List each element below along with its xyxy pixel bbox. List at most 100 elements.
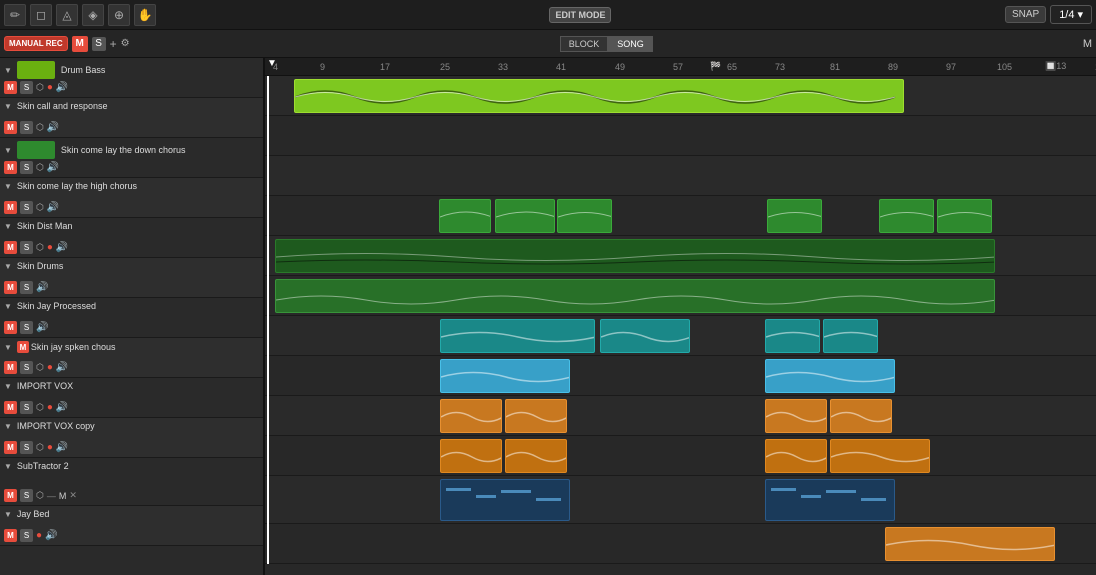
solo-button[interactable]: S xyxy=(20,281,33,294)
audio-clip[interactable] xyxy=(765,359,895,393)
mute-button[interactable]: M xyxy=(4,81,17,94)
volume-icon[interactable]: 🔊 xyxy=(45,530,57,541)
solo-button[interactable]: S xyxy=(20,321,33,334)
volume-icon[interactable]: 🔊 xyxy=(56,402,68,413)
solo-button[interactable]: S xyxy=(20,361,33,374)
settings-icon[interactable]: ⚙ xyxy=(121,38,130,49)
track-arrow[interactable]: ▼ xyxy=(4,382,12,391)
volume-icon[interactable]: 🔊 xyxy=(56,362,68,373)
track-arrow[interactable]: ▼ xyxy=(4,462,12,471)
volume-icon[interactable]: 🔊 xyxy=(56,82,68,93)
clip-row-3 xyxy=(265,156,1096,196)
audio-clip[interactable] xyxy=(937,199,992,233)
audio-clip[interactable] xyxy=(495,199,555,233)
audio-clip[interactable] xyxy=(767,199,822,233)
volume-icon[interactable]: 🔊 xyxy=(47,202,59,213)
solo-button[interactable]: S xyxy=(20,121,33,134)
mute-button[interactable]: M xyxy=(4,201,17,214)
audio-clip[interactable] xyxy=(440,319,595,353)
volume-icon[interactable]: 🔊 xyxy=(36,322,48,333)
rec-button[interactable]: ● xyxy=(47,442,53,453)
track-arrow[interactable]: ▼ xyxy=(4,302,12,311)
mute-button[interactable]: M xyxy=(4,161,17,174)
solo-button[interactable]: S xyxy=(20,529,33,542)
snap-button[interactable]: SNAP xyxy=(1005,6,1046,23)
close-icon[interactable]: ✕ xyxy=(69,490,77,501)
audio-clip[interactable] xyxy=(440,359,570,393)
mute-button[interactable]: M xyxy=(4,529,17,542)
midi-clip[interactable] xyxy=(440,479,570,521)
audio-clip[interactable] xyxy=(440,439,502,473)
solo-button[interactable]: S xyxy=(20,201,33,214)
mute-button[interactable]: M xyxy=(4,281,17,294)
solo-button[interactable]: S xyxy=(20,441,33,454)
tool-pointer[interactable]: ✏ xyxy=(4,4,26,26)
track-arrow[interactable]: ▼ xyxy=(4,343,12,352)
audio-clip[interactable] xyxy=(440,399,502,433)
audio-clip[interactable] xyxy=(765,399,827,433)
mute-button[interactable]: M xyxy=(4,241,17,254)
audio-clip[interactable] xyxy=(505,439,567,473)
volume-icon[interactable]: 🔊 xyxy=(47,162,59,173)
track-arrow[interactable]: ▼ xyxy=(4,510,12,519)
m-badge[interactable]: M xyxy=(72,36,88,52)
mute-button[interactable]: M xyxy=(4,441,17,454)
audio-clip[interactable] xyxy=(830,439,930,473)
toolbar: ✏ ◻ ◬ ◈ ⊕ ✋ EDIT MODE SNAP 1/4 ▾ xyxy=(0,0,1096,30)
audio-clip[interactable] xyxy=(275,279,995,313)
audio-clip[interactable] xyxy=(275,239,995,273)
audio-clip[interactable] xyxy=(600,319,690,353)
track-arrow[interactable]: ▼ xyxy=(4,422,12,431)
track-arrow[interactable]: ▼ xyxy=(4,262,12,271)
minus-icon[interactable]: — xyxy=(47,491,56,501)
mute-button[interactable]: M xyxy=(4,361,17,374)
midi-clip[interactable] xyxy=(765,479,895,521)
audio-clip[interactable] xyxy=(765,319,820,353)
rec-button[interactable]: ● xyxy=(47,82,53,93)
audio-clip[interactable] xyxy=(439,199,491,233)
rec-button[interactable]: ● xyxy=(47,242,53,253)
mute-button[interactable]: M xyxy=(4,401,17,414)
tool-select[interactable]: ◻ xyxy=(30,4,52,26)
track-arrow[interactable]: ▼ xyxy=(4,146,12,155)
block-tab[interactable]: BLOCK xyxy=(560,36,609,52)
solo-button[interactable]: S xyxy=(20,241,33,254)
mute-button[interactable]: M xyxy=(4,321,17,334)
track-arrow[interactable]: ▼ xyxy=(4,182,12,191)
audio-clip[interactable] xyxy=(885,527,1055,561)
ruler-tick: 9 xyxy=(320,62,325,72)
solo-button[interactable]: S xyxy=(20,401,33,414)
volume-icon[interactable]: 🔊 xyxy=(36,282,48,293)
audio-clip[interactable] xyxy=(505,399,567,433)
quantize-display[interactable]: 1/4 ▾ xyxy=(1050,5,1092,24)
audio-clip[interactable] xyxy=(830,399,892,433)
edit-mode-button[interactable]: EDIT MODE xyxy=(549,7,611,23)
song-tab[interactable]: SONG xyxy=(608,36,653,52)
tool-erase[interactable]: ◈ xyxy=(82,4,104,26)
tool-hand[interactable]: ✋ xyxy=(134,4,156,26)
add-track-button[interactable]: + xyxy=(110,37,117,51)
tool-zoom[interactable]: ⊕ xyxy=(108,4,130,26)
mute-button[interactable]: M xyxy=(4,489,17,502)
track-arrow[interactable]: ▼ xyxy=(4,102,12,111)
rec-button[interactable]: ● xyxy=(47,362,53,373)
solo-button[interactable]: S xyxy=(20,81,33,94)
solo-button[interactable]: S xyxy=(20,489,33,502)
track-arrow[interactable]: ▼ xyxy=(4,222,12,231)
audio-clip[interactable] xyxy=(765,439,827,473)
audio-clip[interactable] xyxy=(294,79,904,113)
volume-icon[interactable]: 🔊 xyxy=(47,122,59,133)
track-arrow[interactable]: ▼ xyxy=(4,66,12,75)
rec-button[interactable]: ● xyxy=(47,402,53,413)
rec-button[interactable]: ● xyxy=(36,530,42,541)
manual-rec-button[interactable]: MANUAL REC xyxy=(4,36,68,51)
audio-clip[interactable] xyxy=(879,199,934,233)
audio-clip[interactable] xyxy=(823,319,878,353)
s-badge[interactable]: S xyxy=(92,37,106,51)
mute-button[interactable]: M xyxy=(4,121,17,134)
volume-icon[interactable]: 🔊 xyxy=(56,242,68,253)
audio-clip[interactable] xyxy=(557,199,612,233)
volume-icon[interactable]: 🔊 xyxy=(56,442,68,453)
solo-button[interactable]: S xyxy=(20,161,33,174)
tool-draw[interactable]: ◬ xyxy=(56,4,78,26)
